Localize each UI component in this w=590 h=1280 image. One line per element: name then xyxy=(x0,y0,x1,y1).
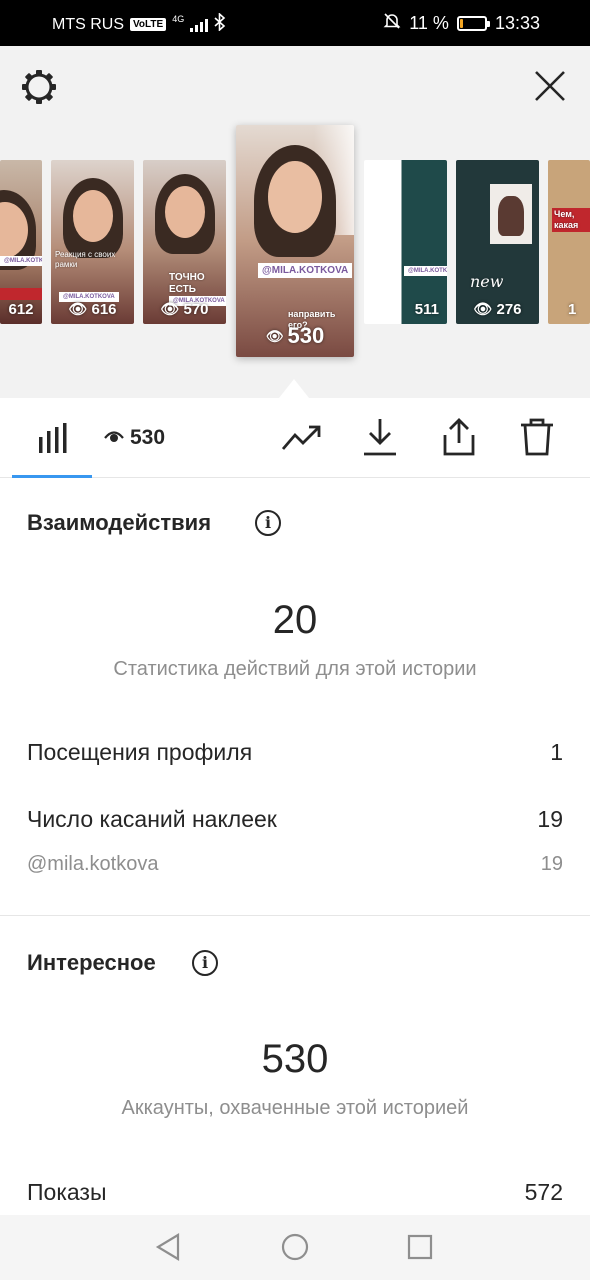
story-views: 1 xyxy=(568,301,577,318)
story-thumbnail-selected[interactable]: @MILA.KOTKOVA направить его? 👁 530 xyxy=(236,125,354,357)
status-right: 11 % 13:33 xyxy=(383,12,540,35)
settings-gear-icon[interactable] xyxy=(18,66,60,108)
story-tag: @MILA.KOTKOVA xyxy=(0,256,42,266)
trend-icon[interactable] xyxy=(281,420,323,456)
story-thumbnail[interactable]: new 👁 276 xyxy=(456,160,539,324)
network-type: 4G xyxy=(172,13,185,24)
story-views: 👁 570 xyxy=(160,300,209,319)
eye-icon xyxy=(104,429,124,448)
clock: 13:33 xyxy=(494,13,540,33)
stories-carousel: @MILA.KOTKOVA 612 Реакция с своих рамки … xyxy=(0,46,590,398)
story-tag: @MILA.KOTKOVA xyxy=(258,263,353,278)
story-caption: ТОЧНО ЕСТЬ xyxy=(169,272,205,295)
info-icon[interactable]: i xyxy=(255,510,281,536)
back-icon[interactable] xyxy=(152,1231,184,1263)
system-nav-bar xyxy=(0,1215,590,1280)
views-count: 530 xyxy=(104,426,165,450)
story-caption: new xyxy=(470,272,504,291)
volte-badge: VoLTE xyxy=(130,18,167,31)
story-views: 👁 530 xyxy=(265,323,325,348)
story-thumbnail[interactable]: ТОЧНО ЕСТЬ @MILA.KOTKOVA 👁 570 xyxy=(143,160,226,324)
battery-fill xyxy=(459,19,463,28)
battery-percent: 11 % xyxy=(409,13,449,33)
status-left: MTS RUS VoLTE 4G xyxy=(52,12,226,36)
close-icon[interactable] xyxy=(530,66,570,106)
selection-pointer xyxy=(279,379,309,398)
story-views: 612 xyxy=(8,301,34,318)
stat-row-value: 572 xyxy=(524,1179,563,1205)
stat-row-label: Посещения профиля xyxy=(27,739,253,765)
mute-bell-icon xyxy=(383,12,401,35)
sticker-mention-value: 19 xyxy=(540,853,563,875)
story-thumbnail[interactable]: Чем, какая 1 xyxy=(548,160,590,324)
interactions-total-label: Статистика действий для этой истории xyxy=(113,658,477,680)
active-tab-indicator xyxy=(12,475,92,478)
interactions-total: 20 xyxy=(272,598,318,642)
discovery-total-label: Аккаунты, охваченные этой историей xyxy=(121,1097,469,1119)
signal-icon xyxy=(190,18,209,32)
bar-chart-icon[interactable] xyxy=(34,420,70,456)
story-thumbnail[interactable]: @MILA.KOTKOVA 612 xyxy=(0,160,42,324)
stat-row-label: Число касаний наклеек xyxy=(27,806,277,832)
story-toolbar: 530 xyxy=(0,398,590,478)
views-number: 530 xyxy=(130,426,166,449)
discovery-total: 530 xyxy=(261,1037,329,1081)
story-photo xyxy=(490,184,532,244)
bluetooth-icon xyxy=(214,12,226,36)
stat-row-value: 19 xyxy=(537,806,563,832)
discovery-title: Интересное xyxy=(27,950,156,975)
battery-icon xyxy=(456,16,490,31)
story-views: 👁 616 xyxy=(68,300,117,319)
stat-row-value: 1 xyxy=(550,739,563,765)
sticker-mention-label[interactable]: @mila.kotkova xyxy=(27,853,158,876)
stat-row-label: Показы xyxy=(27,1179,107,1205)
share-icon[interactable] xyxy=(440,416,478,458)
interactions-title: Взаимодействия xyxy=(27,510,212,535)
download-icon[interactable] xyxy=(361,416,399,458)
section-divider xyxy=(0,915,590,916)
story-views: 👁 276 xyxy=(473,300,522,319)
story-tag: @MILA.KOTKOVA xyxy=(404,266,447,276)
info-icon[interactable]: i xyxy=(192,950,218,976)
story-thumbnail[interactable]: Реакция с своих рамки @MILA.KOTKOVA 👁 616 xyxy=(51,160,134,324)
status-bar: MTS RUS VoLTE 4G 11 % 13:33 xyxy=(0,0,590,46)
carrier-name: MTS RUS xyxy=(52,15,124,33)
story-thumbnail[interactable]: @MILA.KOTKOVA 511 xyxy=(364,160,447,324)
recent-apps-icon[interactable] xyxy=(404,1231,436,1263)
story-views: 511 xyxy=(414,301,439,318)
story-caption: Чем, какая xyxy=(552,208,590,232)
home-icon[interactable] xyxy=(279,1231,311,1263)
trash-icon[interactable] xyxy=(518,416,556,458)
